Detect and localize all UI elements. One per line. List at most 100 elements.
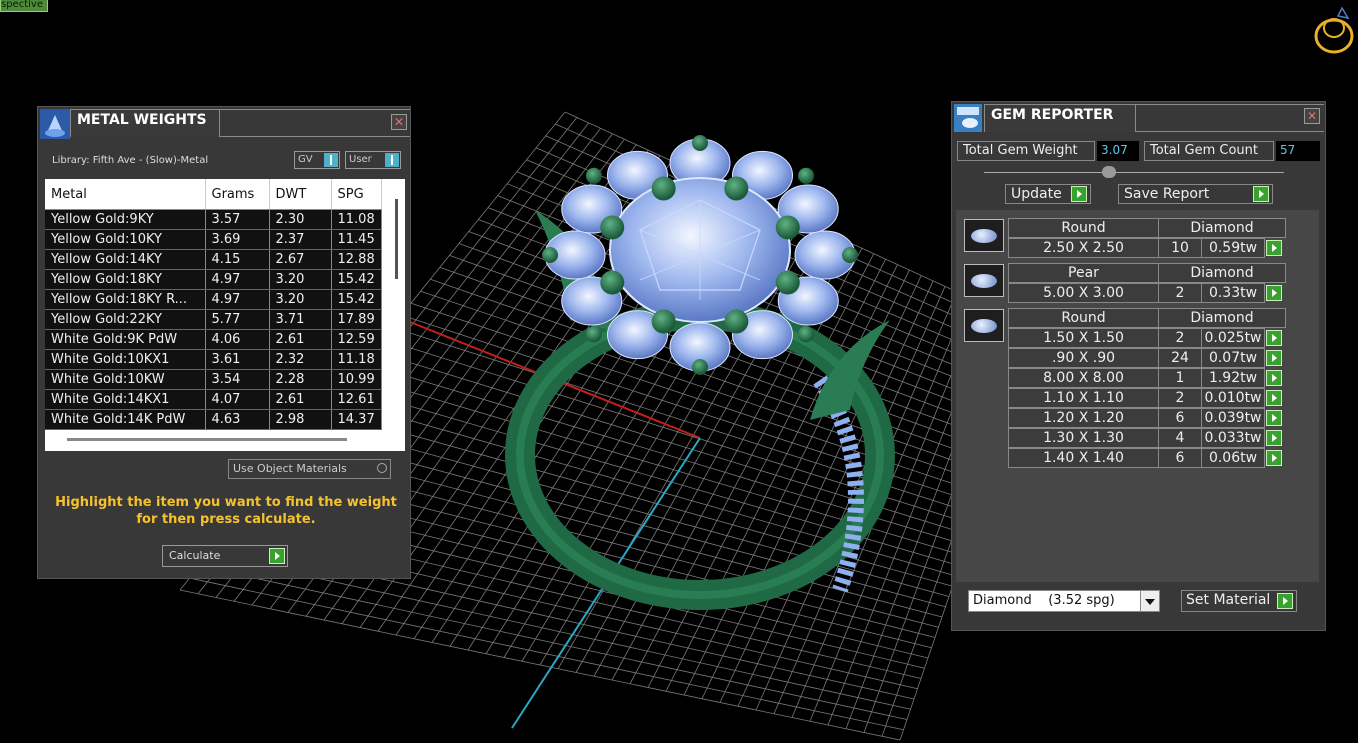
- table-cell: 4.63: [205, 409, 270, 430]
- table-row[interactable]: Yellow Gold:10KY 3.69 2.37 11.45: [45, 229, 382, 250]
- splitter-handle[interactable]: [1102, 166, 1116, 178]
- close-button[interactable]: ✕: [1304, 108, 1320, 124]
- select-gem-button[interactable]: [1266, 370, 1282, 386]
- update-button[interactable]: Update: [1005, 184, 1091, 204]
- use-object-materials-option[interactable]: Use Object Materials: [228, 459, 391, 479]
- gv-toggle[interactable]: GV: [294, 151, 340, 169]
- table-cell: White Gold:9K PdW: [45, 329, 206, 350]
- column-header[interactable]: Metal: [45, 179, 206, 210]
- gem-count-cell: 2: [1158, 283, 1202, 303]
- table-row[interactable]: Yellow Gold:18KY 4.97 3.20 15.42: [45, 269, 382, 290]
- table-row[interactable]: Yellow Gold:18KY R... 4.97 3.20 15.42: [45, 289, 382, 310]
- select-gem-button[interactable]: [1266, 390, 1282, 406]
- total-gem-count-label: Total Gem Count: [1144, 141, 1274, 161]
- table-cell: 2.61: [269, 389, 332, 410]
- column-header[interactable]: DWT: [269, 179, 332, 210]
- select-gem-button[interactable]: [1266, 240, 1282, 256]
- table-cell: 2.61: [269, 329, 332, 350]
- metal-weights-title: METAL WEIGHTS: [70, 109, 220, 137]
- metal-weights-titlebar[interactable]: METAL WEIGHTS ✕: [38, 107, 410, 141]
- gem-reporter-titlebar[interactable]: GEM REPORTER ✕: [952, 102, 1325, 136]
- table-cell: Yellow Gold:10KY: [45, 229, 206, 250]
- table-cell: 2.37: [269, 229, 332, 250]
- vertical-scrollbar[interactable]: [395, 199, 398, 279]
- close-button[interactable]: ✕: [391, 114, 407, 130]
- set-material-button[interactable]: Set Material: [1181, 590, 1298, 612]
- total-gem-count-value: 57: [1276, 141, 1320, 161]
- splitter-line: [984, 172, 1284, 173]
- table-cell: 11.18: [331, 349, 382, 370]
- calculate-button[interactable]: Calculate: [162, 545, 288, 567]
- play-arrow-icon: [269, 548, 285, 564]
- table-row[interactable]: Yellow Gold:9KY 3.57 2.30 11.08: [45, 209, 382, 230]
- table-cell: 2.32: [269, 349, 332, 370]
- table-cell: 3.57: [205, 209, 270, 230]
- table-cell: 15.42: [331, 269, 382, 290]
- gem-shape-cell: Round: [1008, 218, 1159, 238]
- gem-size-cell: 1.30 X 1.30: [1008, 428, 1159, 448]
- table-cell: 2.67: [269, 249, 332, 270]
- select-gem-button[interactable]: [1266, 285, 1282, 301]
- gem-count-cell: 4: [1158, 428, 1202, 448]
- table-row[interactable]: Yellow Gold:14KY 4.15 2.67 12.88: [45, 249, 382, 270]
- table-row[interactable]: White Gold:10KW 3.54 2.28 10.99: [45, 369, 382, 390]
- table-cell: 3.69: [205, 229, 270, 250]
- table-cell: White Gold:14K PdW: [45, 409, 206, 430]
- gem-weight-cell: 1.92tw: [1201, 368, 1265, 388]
- table-cell: 11.45: [331, 229, 382, 250]
- gem-size-cell: 1.40 X 1.40: [1008, 448, 1159, 468]
- table-cell: 3.20: [269, 269, 332, 290]
- pear-gem-icon[interactable]: [964, 264, 1004, 297]
- select-gem-button[interactable]: [1266, 350, 1282, 366]
- table-cell: 4.06: [205, 329, 270, 350]
- table-cell: 3.71: [269, 309, 332, 330]
- metal-table: Metal Grams DWT SPG Yellow Gold:9KY 3.57 2.30…: [45, 179, 405, 451]
- gem-weight-cell: 0.010tw: [1201, 388, 1265, 408]
- gem-material-cell: Diamond: [1158, 263, 1286, 283]
- gem-weight-cell: 0.033tw: [1201, 428, 1265, 448]
- gem-size-cell: 1.50 X 1.50: [1008, 328, 1159, 348]
- user-toggle[interactable]: User: [345, 151, 401, 169]
- horizontal-scrollbar[interactable]: [67, 438, 347, 441]
- column-header[interactable]: SPG: [331, 179, 382, 210]
- table-cell: 12.59: [331, 329, 382, 350]
- ring-model: [505, 135, 895, 610]
- navigation-gizmo-icon[interactable]: [1312, 4, 1356, 58]
- gv-toggle-knob: [324, 153, 338, 167]
- metal-weights-icon: [40, 109, 70, 139]
- title-bar-fill: [220, 109, 410, 137]
- material-select[interactable]: Diamond (3.52 spg): [968, 590, 1160, 612]
- select-gem-button[interactable]: [1266, 450, 1282, 466]
- calculate-label: Calculate: [169, 549, 221, 562]
- table-row[interactable]: White Gold:9K PdW 4.06 2.61 12.59: [45, 329, 382, 350]
- gem-material-cell: Diamond: [1158, 218, 1286, 238]
- viewport-label[interactable]: spective: [0, 0, 48, 12]
- select-gem-button[interactable]: [1266, 430, 1282, 446]
- select-gem-button[interactable]: [1266, 330, 1282, 346]
- select-gem-button[interactable]: [1266, 410, 1282, 426]
- gem-weight-cell: 0.59tw: [1201, 238, 1265, 258]
- gem-size-cell: 5.00 X 3.00: [1008, 283, 1159, 303]
- table-row[interactable]: Yellow Gold:22KY 5.77 3.71 17.89: [45, 309, 382, 330]
- table-cell: White Gold:10KW: [45, 369, 206, 390]
- title-bar-fill: [1136, 104, 1324, 132]
- table-cell: Yellow Gold:18KY R...: [45, 289, 206, 310]
- material-select-value: Diamond (3.52 spg): [973, 593, 1115, 608]
- table-cell: Yellow Gold:22KY: [45, 309, 206, 330]
- round-gem-icon[interactable]: [964, 219, 1004, 252]
- gem-weight-cell: 0.039tw: [1201, 408, 1265, 428]
- table-cell: 3.20: [269, 289, 332, 310]
- column-header[interactable]: Grams: [205, 179, 270, 210]
- round-gem-icon[interactable]: [964, 309, 1004, 342]
- save-report-button[interactable]: Save Report: [1118, 184, 1273, 204]
- gem-size-cell: 2.50 X 2.50: [1008, 238, 1159, 258]
- table-row[interactable]: White Gold:14KX1 4.07 2.61 12.61: [45, 389, 382, 410]
- table-row[interactable]: White Gold:14K PdW 4.63 2.98 14.37: [45, 409, 382, 430]
- hint-text: Highlight the item you want to find the …: [55, 495, 397, 527]
- user-toggle-knob: [385, 153, 399, 167]
- table-cell: White Gold:14KX1: [45, 389, 206, 410]
- gem-count-cell: 1: [1158, 368, 1202, 388]
- table-row[interactable]: White Gold:10KX1 3.61 2.32 11.18: [45, 349, 382, 370]
- gem-weight-cell: 0.06tw: [1201, 448, 1265, 468]
- gem-count-cell: 2: [1158, 328, 1202, 348]
